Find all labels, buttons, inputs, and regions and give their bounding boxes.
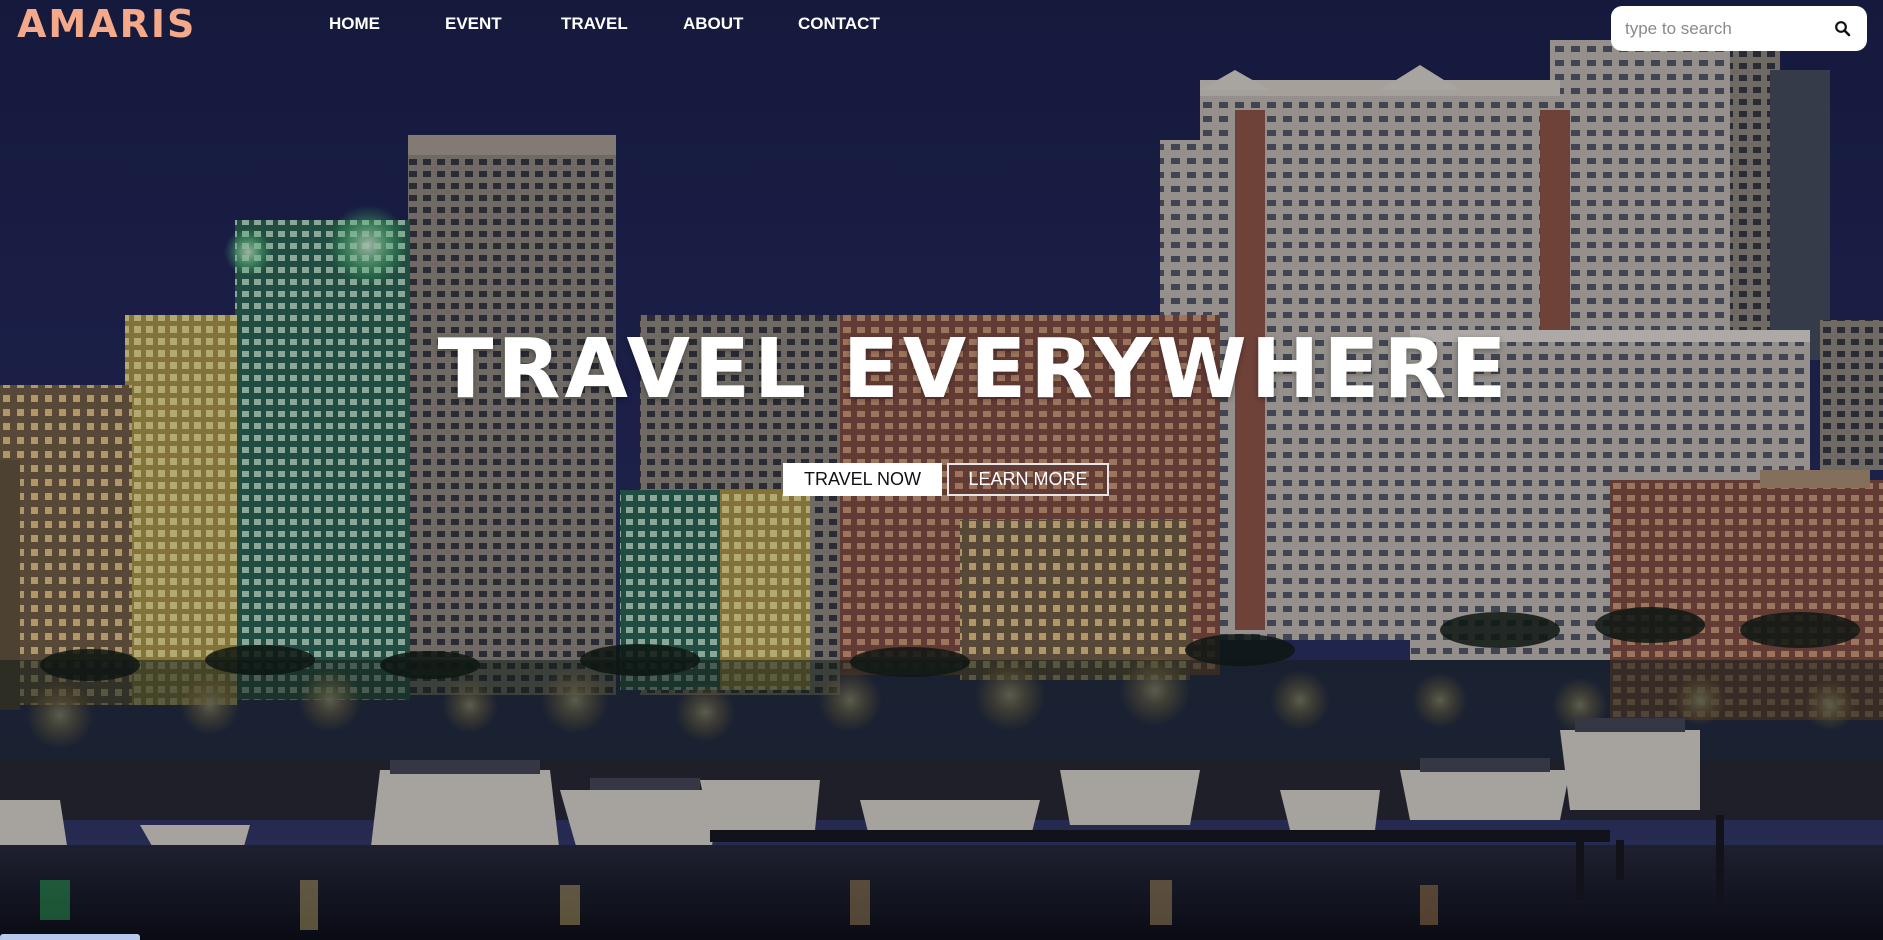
bottom-corner-tab[interactable] xyxy=(0,934,140,940)
search-icon[interactable] xyxy=(1833,19,1853,39)
travel-now-button[interactable]: TRAVEL NOW xyxy=(783,463,942,496)
nav-item-event[interactable]: EVENT xyxy=(410,14,527,34)
main-navigation: HOME EVENT TRAVEL ABOUT CONTACT xyxy=(302,14,880,34)
search-box xyxy=(1611,6,1867,51)
learn-more-button[interactable]: LEARN MORE xyxy=(947,463,1109,496)
nav-item-about[interactable]: ABOUT xyxy=(649,14,766,34)
nav-item-contact[interactable]: CONTACT xyxy=(766,14,880,34)
hero-title: TRAVEL EVERYWHERE xyxy=(437,322,1511,417)
brand-logo[interactable]: AMARIS xyxy=(17,2,196,46)
nav-item-travel[interactable]: TRAVEL xyxy=(527,14,649,34)
nav-item-home[interactable]: HOME xyxy=(302,14,410,34)
search-input[interactable] xyxy=(1625,18,1825,39)
